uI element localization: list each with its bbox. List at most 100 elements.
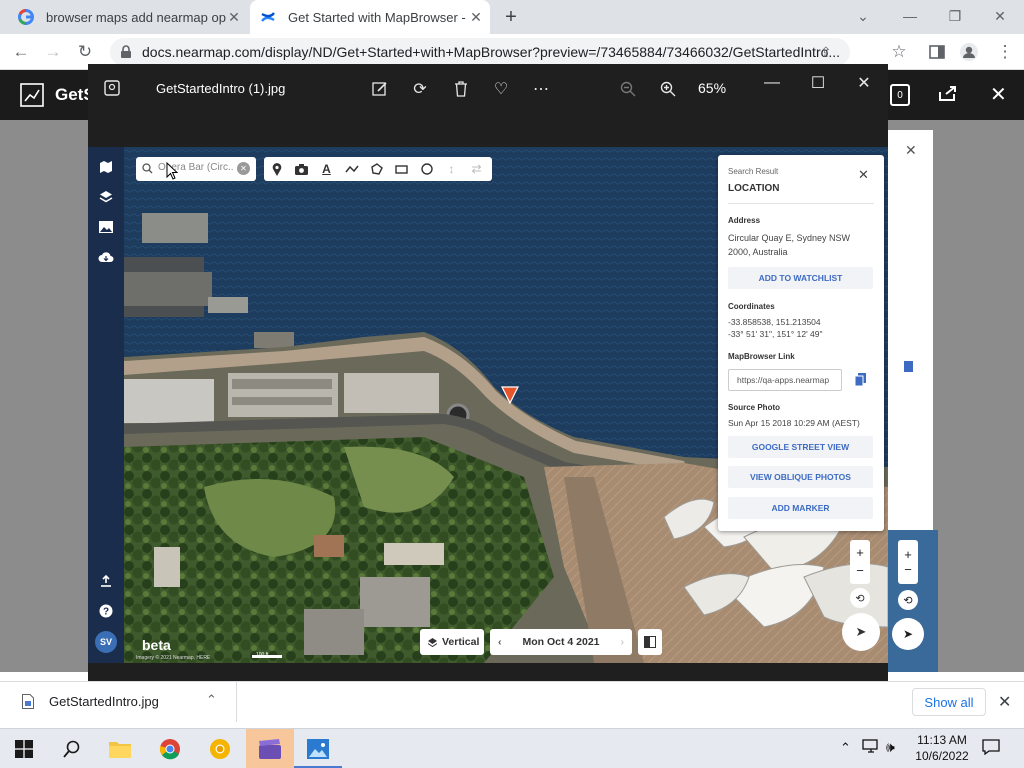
- rotate-icon[interactable]: ⟳: [408, 78, 432, 100]
- tab-title: browser maps add nearmap ope: [46, 9, 226, 25]
- notifications-icon[interactable]: [982, 739, 1000, 755]
- clapper-icon[interactable]: [256, 735, 284, 763]
- close-icon[interactable]: ✕: [226, 9, 242, 25]
- new-tab-button[interactable]: +: [500, 6, 522, 28]
- share-icon[interactable]: [938, 84, 958, 102]
- view-mode-button[interactable]: Vertical: [420, 629, 484, 655]
- google-icon: [18, 9, 34, 25]
- rectangle-icon[interactable]: [389, 157, 414, 181]
- add-marker-button[interactable]: ADD MARKER: [728, 497, 873, 519]
- line-icon[interactable]: [339, 157, 364, 181]
- close-button[interactable]: ✕: [852, 72, 876, 94]
- chrome-canary-icon[interactable]: [206, 735, 234, 763]
- copy-icon: [902, 360, 914, 374]
- camera-icon[interactable]: [289, 157, 314, 181]
- copy-icon[interactable]: [855, 373, 866, 386]
- background-map-edge: + − ⟲ ➤: [888, 530, 938, 672]
- edit-icon[interactable]: [368, 78, 392, 100]
- zoom-in-button[interactable]: +: [856, 544, 864, 562]
- tab-get-started[interactable]: Get Started with MapBrowser - P ✕: [250, 0, 490, 34]
- lasso-icon[interactable]: [364, 157, 389, 181]
- map-search-box[interactable]: ✕: [136, 157, 256, 181]
- lock-icon: [120, 45, 132, 59]
- image-icon[interactable]: [96, 217, 116, 237]
- compare-icon[interactable]: [638, 629, 662, 655]
- add-to-watchlist-button[interactable]: ADD TO WATCHLIST: [728, 267, 873, 289]
- help-icon[interactable]: ?: [96, 601, 116, 621]
- chrome-icon[interactable]: [156, 735, 184, 763]
- chevron-right-icon[interactable]: ›: [621, 636, 625, 648]
- back-button[interactable]: ←: [10, 42, 32, 62]
- zoom-out-button[interactable]: −: [856, 562, 864, 580]
- more-icon[interactable]: ⋯: [529, 78, 553, 100]
- source-photo-date: Sun Apr 15 2018 10:29 AM (AEST): [728, 418, 860, 428]
- favorite-icon[interactable]: ♡: [489, 78, 513, 100]
- text-icon[interactable]: A: [314, 157, 339, 181]
- tab-google-search[interactable]: browser maps add nearmap ope ✕: [8, 0, 248, 34]
- delete-icon[interactable]: [449, 78, 473, 100]
- clear-search-icon[interactable]: ✕: [237, 162, 250, 175]
- circle-icon[interactable]: [414, 157, 439, 181]
- chevron-up-icon[interactable]: ⌃: [840, 740, 851, 756]
- cloud-download-icon[interactable]: [96, 247, 116, 267]
- show-all-button[interactable]: Show all: [912, 688, 986, 716]
- photos-icon[interactable]: [304, 735, 332, 763]
- reload-button[interactable]: ↻: [74, 42, 96, 62]
- close-icon[interactable]: ✕: [858, 167, 869, 183]
- notification-badge[interactable]: 0: [890, 84, 910, 106]
- forward-button[interactable]: →: [42, 42, 64, 62]
- network-icon[interactable]: [862, 739, 880, 755]
- chevron-left-icon[interactable]: ‹: [498, 636, 502, 648]
- close-icon[interactable]: ✕: [998, 692, 1011, 712]
- zoom-level[interactable]: 65%: [698, 80, 726, 96]
- date-selector: ‹ Mon Oct 4 2021 ›: [490, 629, 632, 655]
- download-bar: GetStartedIntro.jpg ⌃ Show all ✕: [0, 681, 1024, 722]
- chevron-up-icon[interactable]: ⌃: [206, 692, 217, 708]
- url-text: docs.nearmap.com/display/ND/Get+Started+…: [142, 44, 841, 60]
- survey-date[interactable]: Mon Oct 4 2021: [522, 636, 599, 648]
- maximize-button[interactable]: ☐: [806, 72, 830, 94]
- zoom-out-icon[interactable]: [616, 78, 640, 100]
- windows-start-icon[interactable]: [10, 735, 38, 763]
- mapbrowser-link-field[interactable]: https://qa-apps.nearmap: [728, 369, 842, 391]
- search-icon: [142, 163, 153, 174]
- search-icon[interactable]: [58, 735, 86, 763]
- height-icon[interactable]: ↕: [439, 157, 464, 181]
- view-oblique-photos-button[interactable]: VIEW OBLIQUE PHOTOS: [728, 466, 873, 488]
- minimize-button[interactable]: —: [895, 4, 925, 28]
- profile-icon[interactable]: [958, 42, 980, 62]
- scale-label: 100 ft: [256, 652, 269, 658]
- rotate-icon[interactable]: ⟲: [850, 588, 870, 608]
- close-window-button[interactable]: ✕: [985, 4, 1015, 28]
- google-street-view-button[interactable]: GOOGLE STREET VIEW: [728, 436, 873, 458]
- marker-icon[interactable]: [264, 157, 289, 181]
- file-explorer-icon[interactable]: [106, 735, 134, 763]
- download-filename[interactable]: GetStartedIntro.jpg: [49, 694, 159, 709]
- user-avatar[interactable]: SV: [95, 631, 117, 653]
- zoom-in-icon[interactable]: [656, 78, 680, 100]
- menu-icon[interactable]: ⋮: [994, 42, 1016, 62]
- photo-viewer: GetStartedIntro (1).jpg ⟳ ♡ ⋯ 65% — ☐ ✕: [88, 64, 888, 698]
- bookmark-star-icon[interactable]: ☆: [888, 42, 910, 62]
- restore-button[interactable]: ❐: [940, 4, 970, 28]
- chevron-down-icon[interactable]: ⌄: [848, 4, 878, 28]
- imagery-copyright: Imagery © 2021 Nearmap, HERE: [136, 655, 211, 661]
- measure-icon[interactable]: ⇄: [464, 157, 489, 181]
- compass-icon[interactable]: ➤: [842, 613, 880, 651]
- share-icon[interactable]: ⇪: [820, 44, 832, 61]
- side-panel-icon[interactable]: [926, 42, 948, 62]
- map-icon[interactable]: [96, 157, 116, 177]
- omnibox[interactable]: docs.nearmap.com/display/ND/Get+Started+…: [110, 38, 850, 66]
- mapbrowser-link-label: MapBrowser Link: [728, 352, 795, 361]
- mouse-cursor-icon: [166, 162, 178, 180]
- close-icon[interactable]: ✕: [990, 82, 1007, 107]
- minimize-button[interactable]: —: [760, 72, 784, 94]
- system-clock[interactable]: 11:13 AM 10/6/2022: [912, 732, 972, 764]
- layers-icon[interactable]: [96, 187, 116, 207]
- volume-icon[interactable]: 🕪: [886, 739, 895, 756]
- close-icon[interactable]: ✕: [468, 9, 484, 25]
- export-icon[interactable]: [96, 571, 116, 591]
- svg-text:?: ?: [103, 607, 109, 618]
- aerial-map[interactable]: ✕ A ↕ ⇄: [124, 147, 888, 663]
- search-result-panel: Search Result LOCATION ✕ Address Circula…: [718, 155, 884, 531]
